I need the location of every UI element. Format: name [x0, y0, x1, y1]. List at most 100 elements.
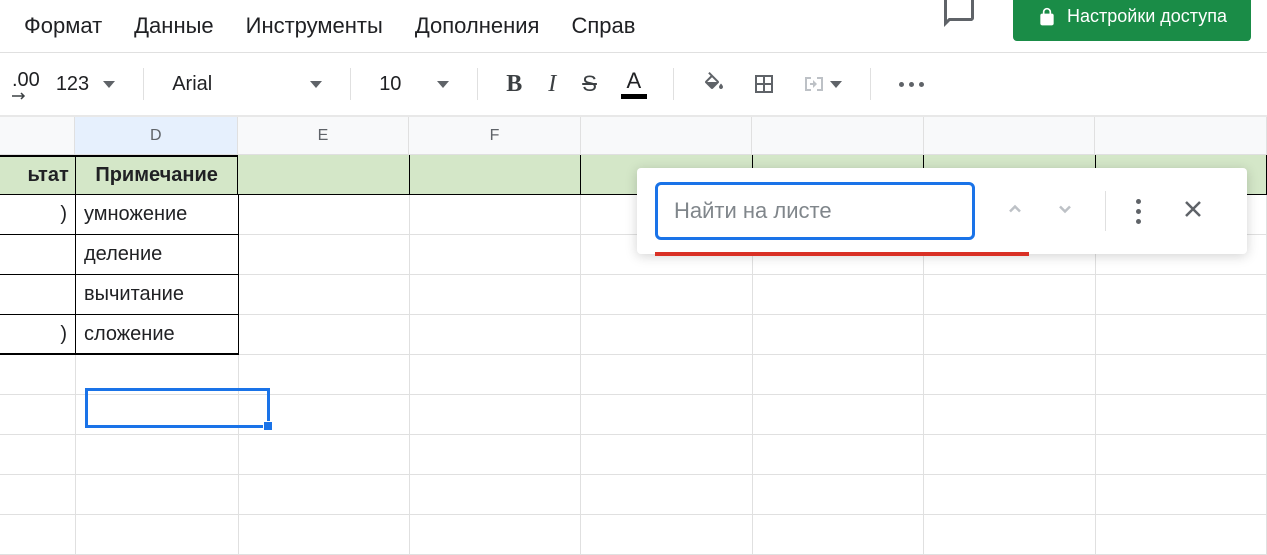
decrease-decimal-button[interactable]: .00 [12, 69, 40, 100]
column-header-c-partial[interactable] [0, 117, 75, 154]
menu-format[interactable]: Формат [12, 7, 114, 45]
table-cell[interactable] [410, 355, 581, 395]
menu-tools[interactable]: Инструменты [234, 7, 395, 45]
text-color-button[interactable]: A [613, 68, 655, 101]
column-header-d[interactable]: D [75, 117, 238, 154]
find-input[interactable] [655, 182, 975, 240]
table-cell[interactable]: вычитание [76, 275, 239, 315]
table-cell[interactable] [410, 435, 581, 475]
table-cell[interactable] [239, 275, 410, 315]
column-header-e[interactable]: E [238, 117, 410, 154]
table-cell[interactable] [581, 315, 752, 355]
italic-button[interactable]: I [538, 65, 566, 104]
table-cell[interactable] [581, 355, 752, 395]
table-cell[interactable]: ) [0, 315, 76, 355]
fill-color-button[interactable] [692, 66, 736, 102]
table-cell[interactable] [0, 275, 76, 315]
table-cell[interactable] [0, 355, 76, 395]
table-cell[interactable] [753, 475, 924, 515]
number-format-dropdown[interactable]: 123 [46, 69, 125, 100]
bold-button[interactable]: B [496, 65, 532, 104]
table-cell[interactable]: деление [76, 235, 239, 275]
table-cell[interactable] [924, 315, 1095, 355]
table-cell[interactable] [924, 395, 1095, 435]
table-cell[interactable] [410, 275, 581, 315]
font-size-dropdown[interactable]: 10 [369, 69, 459, 100]
table-cell[interactable]: ьтат [0, 155, 76, 195]
menu-data[interactable]: Данные [122, 7, 225, 45]
find-next-button[interactable] [1049, 193, 1081, 230]
table-cell[interactable] [239, 235, 410, 275]
find-close-button[interactable] [1175, 191, 1211, 232]
table-cell[interactable] [924, 435, 1095, 475]
table-cell[interactable] [239, 515, 410, 555]
table-cell[interactable] [239, 195, 410, 235]
table-cell[interactable] [410, 195, 581, 235]
table-cell[interactable] [924, 355, 1095, 395]
table-cell[interactable] [753, 315, 924, 355]
more-options-button[interactable] [889, 72, 934, 97]
table-cell[interactable] [581, 475, 752, 515]
table-cell[interactable] [924, 515, 1095, 555]
table-cell[interactable] [76, 475, 239, 515]
strikethrough-button[interactable]: S [572, 65, 607, 103]
table-cell[interactable] [0, 515, 76, 555]
comments-icon[interactable] [941, 0, 977, 35]
table-cell[interactable] [238, 155, 409, 195]
table-cell[interactable] [1096, 475, 1267, 515]
table-cell[interactable] [76, 395, 239, 435]
table-cell[interactable] [753, 395, 924, 435]
table-cell[interactable] [410, 475, 581, 515]
table-cell[interactable] [1096, 435, 1267, 475]
menu-help[interactable]: Справ [559, 7, 647, 45]
table-cell[interactable] [581, 515, 752, 555]
table-cell[interactable] [924, 275, 1095, 315]
table-cell[interactable] [1096, 315, 1267, 355]
table-cell[interactable] [924, 475, 1095, 515]
table-cell[interactable] [0, 395, 76, 435]
table-cell[interactable] [410, 155, 581, 195]
find-previous-button[interactable] [999, 193, 1031, 230]
table-cell[interactable] [239, 475, 410, 515]
find-more-options-button[interactable] [1130, 193, 1147, 230]
font-family-dropdown[interactable]: Arial [162, 69, 332, 100]
table-cell[interactable]: Примечание [76, 155, 239, 195]
table-cell[interactable] [76, 435, 239, 475]
borders-button[interactable] [742, 66, 786, 102]
table-cell[interactable] [753, 515, 924, 555]
table-cell[interactable] [410, 395, 581, 435]
table-cell[interactable]: умножение [76, 195, 239, 235]
table-cell[interactable]: ) [0, 195, 76, 235]
table-cell[interactable] [76, 515, 239, 555]
table-cell[interactable] [753, 355, 924, 395]
column-header[interactable] [581, 117, 753, 154]
table-cell[interactable] [581, 435, 752, 475]
column-header-f[interactable]: F [409, 117, 581, 154]
table-cell[interactable] [1096, 515, 1267, 555]
share-button[interactable]: Настройки доступа [1013, 0, 1251, 41]
table-cell[interactable] [239, 315, 410, 355]
table-cell[interactable] [76, 355, 239, 395]
table-cell[interactable]: сложение [76, 315, 239, 355]
table-cell[interactable] [0, 235, 76, 275]
table-cell[interactable] [239, 435, 410, 475]
column-header[interactable] [924, 117, 1096, 154]
table-cell[interactable] [410, 515, 581, 555]
table-cell[interactable] [753, 435, 924, 475]
table-cell[interactable] [239, 355, 410, 395]
table-cell[interactable] [581, 275, 752, 315]
column-header[interactable] [1095, 117, 1267, 154]
table-cell[interactable] [0, 435, 76, 475]
table-cell[interactable] [410, 235, 581, 275]
table-cell[interactable] [1096, 395, 1267, 435]
table-cell[interactable] [1096, 275, 1267, 315]
table-cell[interactable] [753, 275, 924, 315]
table-cell[interactable] [239, 395, 410, 435]
table-cell[interactable] [0, 475, 76, 515]
merge-cells-button[interactable] [792, 66, 852, 102]
table-cell[interactable] [581, 395, 752, 435]
menu-addons[interactable]: Дополнения [403, 7, 552, 45]
table-cell[interactable] [410, 315, 581, 355]
column-header[interactable] [752, 117, 924, 154]
table-cell[interactable] [1096, 355, 1267, 395]
